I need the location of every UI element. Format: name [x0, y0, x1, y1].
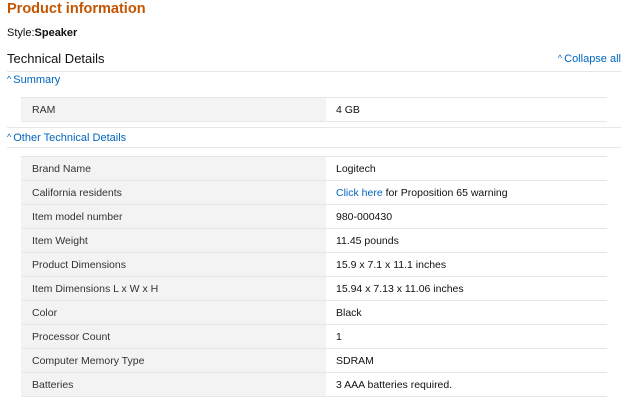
- prop65-text: for Proposition 65 warning: [382, 186, 508, 199]
- row-label: Batteries: [21, 372, 326, 397]
- technical-details-title: Technical Details: [7, 51, 105, 66]
- row-label: Item Dimensions L x W x H: [21, 276, 326, 301]
- row-label: Item Weight: [21, 228, 326, 253]
- table-row: Item Dimensions L x W x H 15.94 x 7.13 x…: [21, 276, 607, 301]
- other-details-table: Brand Name Logitech California residents…: [21, 156, 607, 397]
- other-details-label: Other Technical Details: [13, 132, 127, 144]
- row-value: 1: [326, 324, 607, 349]
- table-row: Product Dimensions 15.9 x 7.1 x 11.1 inc…: [21, 252, 607, 277]
- row-value: 3 AAA batteries required.: [326, 372, 607, 397]
- table-row: Batteries 3 AAA batteries required.: [21, 372, 607, 397]
- divider: [7, 127, 621, 128]
- prop65-link[interactable]: Click here: [336, 187, 383, 199]
- table-row: Item model number 980-000430: [21, 204, 607, 229]
- row-value: SDRAM: [326, 348, 607, 373]
- collapse-all-label: Collapse all: [564, 53, 621, 65]
- style-value: Speaker: [34, 27, 78, 39]
- collapse-all-link[interactable]: ^ Collapse all: [558, 53, 621, 65]
- row-label: Brand Name: [21, 156, 326, 181]
- summary-label: Summary: [13, 74, 61, 86]
- style-line: Style:Speaker: [7, 27, 77, 39]
- row-label: Processor Count: [21, 324, 326, 349]
- row-label: Product Dimensions: [21, 252, 326, 277]
- summary-toggle[interactable]: ^ Summary: [7, 74, 60, 86]
- table-row: Brand Name Logitech: [21, 156, 607, 181]
- divider: [7, 147, 621, 148]
- row-label: Computer Memory Type: [21, 348, 326, 373]
- other-details-toggle[interactable]: ^ Other Technical Details: [7, 132, 126, 144]
- row-label: RAM: [21, 97, 326, 122]
- row-label: Item model number: [21, 204, 326, 229]
- row-value: Black: [326, 300, 607, 325]
- row-label: Color: [21, 300, 326, 325]
- row-value: 980-000430: [326, 204, 607, 229]
- table-row: Color Black: [21, 300, 607, 325]
- divider: [7, 71, 621, 72]
- row-value: 4 GB: [326, 97, 607, 122]
- table-row: Processor Count 1: [21, 324, 607, 349]
- table-row: RAM 4 GB: [21, 97, 607, 122]
- caret-up-icon: ^: [7, 74, 12, 84]
- caret-up-icon: ^: [557, 53, 563, 63]
- row-value: 15.9 x 7.1 x 11.1 inches: [326, 252, 607, 277]
- page-title: Product information: [7, 1, 146, 17]
- row-value: 11.45 pounds: [326, 228, 607, 253]
- row-value: 15.94 x 7.13 x 11.06 inches: [326, 276, 607, 301]
- row-value: Click here for Proposition 65 warning: [326, 180, 607, 205]
- row-label: California residents: [21, 180, 326, 205]
- table-row: Item Weight 11.45 pounds: [21, 228, 607, 253]
- summary-table: RAM 4 GB: [21, 97, 607, 122]
- row-value: Logitech: [326, 156, 607, 181]
- caret-up-icon: ^: [7, 132, 12, 142]
- table-row: Computer Memory Type SDRAM: [21, 348, 607, 373]
- style-label: Style:: [7, 27, 35, 39]
- table-row: California residents Click here for Prop…: [21, 180, 607, 205]
